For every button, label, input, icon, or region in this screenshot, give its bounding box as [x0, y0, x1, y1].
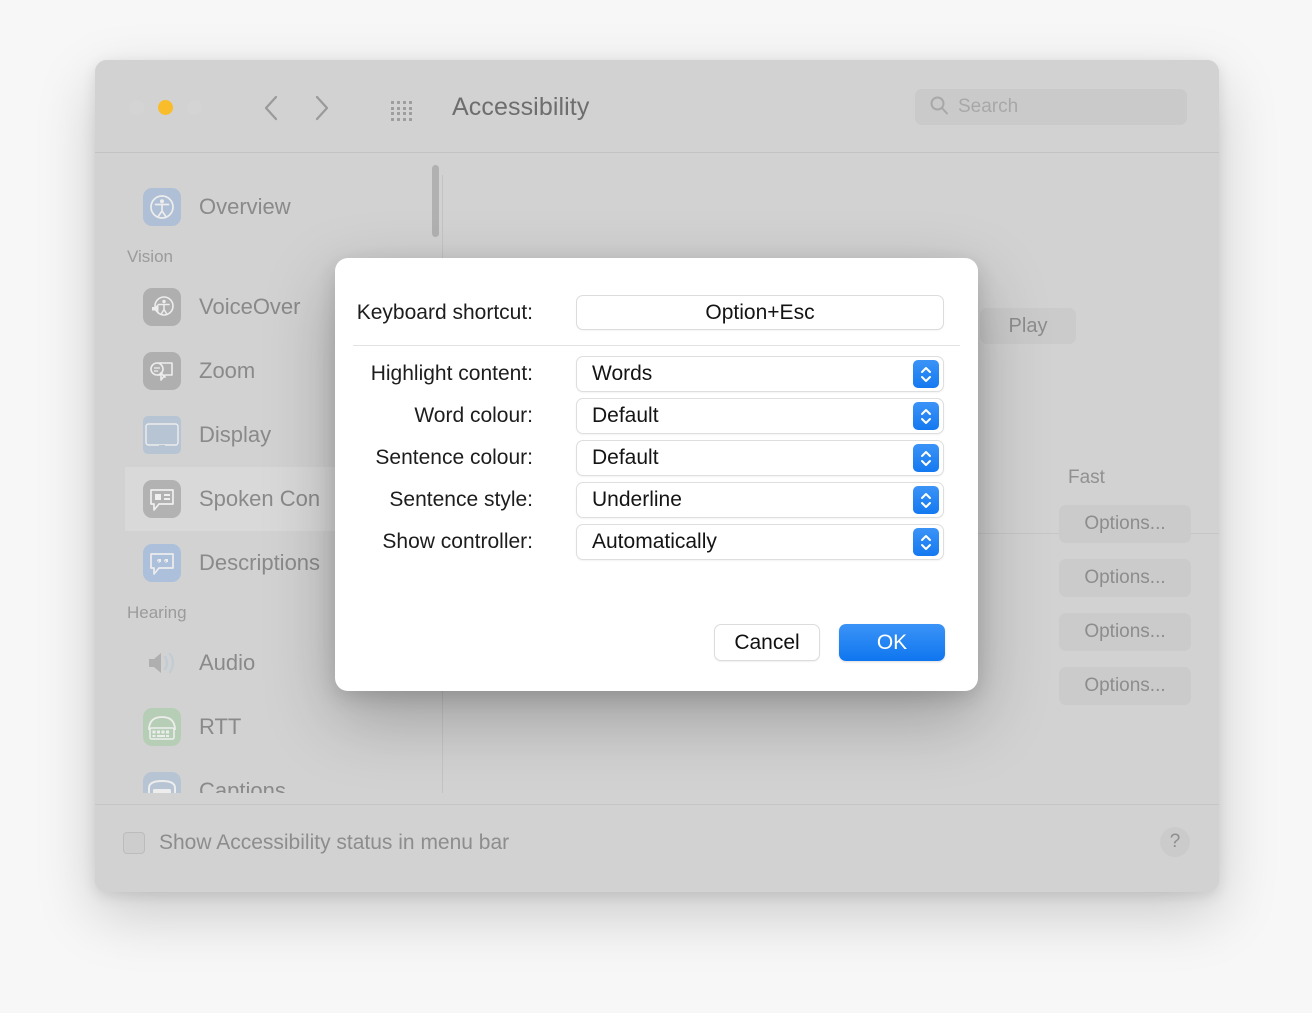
stepper-chevrons-icon[interactable]: [913, 402, 939, 430]
stepper-chevrons-icon[interactable]: [913, 528, 939, 556]
dialog-divider: [353, 345, 960, 346]
window-titlebar: Accessibility Search: [95, 60, 1219, 153]
sidebar-item-label: Audio: [199, 650, 256, 675]
audio-icon: [143, 644, 181, 682]
highlight-content-popup[interactable]: Words: [576, 356, 944, 392]
show-controller-row: Show controller: Automatically: [335, 524, 978, 560]
sentence-colour-label: Sentence colour:: [375, 446, 533, 469]
search-icon: [929, 95, 949, 120]
cancel-button[interactable]: Cancel: [714, 624, 820, 661]
highlight-content-row: Highlight content: Words: [335, 356, 978, 392]
word-colour-row: Word colour: Default: [335, 398, 978, 434]
options-button[interactable]: Options...: [1059, 505, 1191, 543]
highlight-content-label: Highlight content:: [370, 362, 533, 385]
sentence-colour-row: Sentence colour: Default: [335, 440, 978, 476]
highlight-content-value: Words: [592, 362, 653, 385]
help-button[interactable]: ?: [1160, 827, 1190, 857]
window-bottom-bar: Show Accessibility status in menu bar ?: [95, 804, 1219, 892]
show-controller-label: Show controller:: [382, 530, 533, 553]
sidebar-scrollbar-thumb[interactable]: [432, 165, 439, 237]
word-colour-label: Word colour:: [414, 404, 533, 427]
show-status-checkbox-row[interactable]: Show Accessibility status in menu bar: [123, 831, 509, 855]
navigation-arrows: [262, 93, 331, 123]
sentence-style-popup[interactable]: Underline: [576, 482, 944, 518]
sentence-style-value: Underline: [592, 488, 682, 511]
sidebar-item-captions[interactable]: Captions: [125, 759, 442, 793]
keyboard-shortcut-field[interactable]: Option+Esc: [576, 295, 944, 330]
show-status-label: Show Accessibility status in menu bar: [159, 831, 510, 854]
stepper-chevrons-icon[interactable]: [913, 486, 939, 514]
search-input[interactable]: Search: [915, 89, 1187, 125]
word-colour-value: Default: [592, 404, 659, 427]
voiceover-icon: [143, 288, 181, 326]
dialog-buttons: Cancel OK: [714, 624, 945, 661]
play-button[interactable]: Play: [979, 308, 1076, 344]
sidebar-item-label: RTT: [199, 714, 242, 739]
sidebar-item-label: Spoken Con: [199, 486, 321, 511]
sentence-style-label: Sentence style:: [389, 488, 533, 511]
stepper-chevrons-icon[interactable]: [913, 360, 939, 388]
options-button[interactable]: Options...: [1059, 667, 1191, 705]
traffic-lights: [129, 100, 202, 115]
sidebar-item-label: Display: [199, 422, 272, 447]
spoken-content-options-dialog: Keyboard shortcut: Option+Esc Highlight …: [335, 258, 978, 691]
sidebar-item-label: Overview: [199, 194, 291, 219]
close-button[interactable]: [129, 100, 144, 115]
forward-arrow-icon[interactable]: [313, 93, 331, 123]
keyboard-shortcut-row: Keyboard shortcut: Option+Esc: [335, 295, 978, 330]
ok-button[interactable]: OK: [839, 624, 945, 661]
options-button[interactable]: Options...: [1059, 559, 1191, 597]
keyboard-shortcut-label: Keyboard shortcut:: [356, 300, 533, 324]
word-colour-popup[interactable]: Default: [576, 398, 944, 434]
show-controller-value: Automatically: [592, 530, 717, 553]
accessibility-icon: [143, 188, 181, 226]
sidebar-item-label: Descriptions: [199, 550, 321, 575]
options-button-column: Options... Options... Options... Options…: [1059, 505, 1191, 721]
spoken-content-icon: [143, 480, 181, 518]
sidebar-item-label: Captions: [199, 778, 286, 793]
descriptions-icon: [143, 544, 181, 582]
minimize-button[interactable]: [158, 100, 173, 115]
sentence-colour-value: Default: [592, 446, 659, 469]
sentence-colour-popup[interactable]: Default: [576, 440, 944, 476]
zoom-icon: [143, 352, 181, 390]
display-icon: [143, 416, 181, 454]
sidebar-item-rtt[interactable]: RTT: [125, 695, 442, 759]
sentence-style-row: Sentence style: Underline: [335, 482, 978, 518]
sidebar-item-label: Zoom: [199, 358, 256, 383]
sidebar-item-overview[interactable]: Overview: [125, 175, 442, 239]
sidebar-item-label: VoiceOver: [199, 294, 301, 319]
show-controller-popup[interactable]: Automatically: [576, 524, 944, 560]
zoom-button[interactable]: [187, 100, 202, 115]
options-button[interactable]: Options...: [1059, 613, 1191, 651]
page-title: Accessibility: [452, 93, 590, 121]
show-status-checkbox[interactable]: [123, 832, 145, 854]
speaking-rate-fast-label: Fast: [1068, 467, 1105, 488]
search-placeholder: Search: [958, 96, 1019, 117]
stepper-chevrons-icon[interactable]: [913, 444, 939, 472]
captions-icon: [143, 772, 181, 793]
back-arrow-icon[interactable]: [262, 93, 280, 123]
show-all-grid-icon[interactable]: [391, 101, 413, 121]
rtt-icon: [143, 708, 181, 746]
